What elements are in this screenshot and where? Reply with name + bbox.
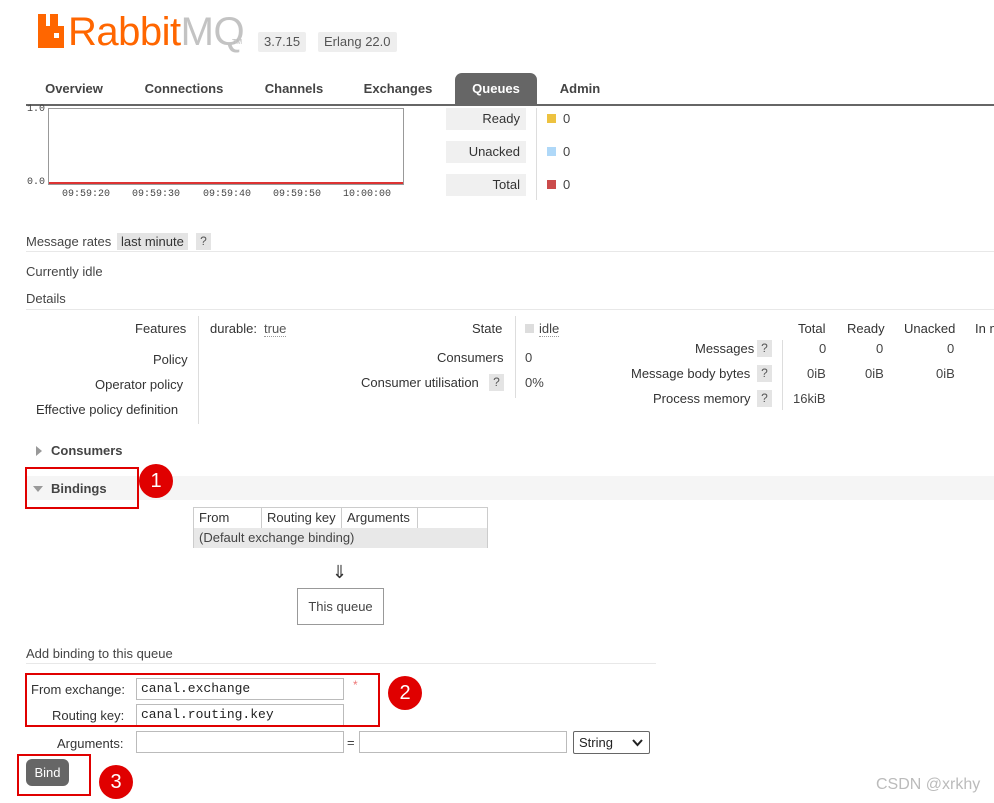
argument-type-value: String (579, 735, 613, 750)
column-ready: Ready (847, 321, 885, 336)
this-queue-box: This queue (297, 588, 384, 625)
features-value: true (264, 321, 287, 337)
chart-series-line (49, 182, 403, 184)
legend-unacked-label: Unacked (446, 141, 526, 163)
legend-ready-label: Ready (446, 108, 526, 130)
chart-x-tick: 09:59:30 (132, 189, 181, 200)
chart-y-max: 1.0 (27, 104, 46, 115)
logo-trademark: TM (232, 39, 243, 46)
legend-total-swatch (547, 180, 556, 189)
chart-x-tick: 09:59:40 (203, 189, 252, 200)
consumer-utilisation-help-icon[interactable]: ? (489, 374, 504, 391)
version-badge: 3.7.15 (258, 32, 307, 52)
policy-label: Policy (153, 352, 188, 367)
consumers-label: Consumers (437, 350, 504, 365)
legend-total-label: Total (446, 174, 526, 196)
arguments-label: Arguments: (57, 736, 124, 751)
tab-exchanges[interactable]: Exchanges (352, 73, 444, 105)
column-unacked: Unacked (904, 321, 956, 336)
chart-x-tick: 10:00:00 (343, 189, 392, 200)
tab-channels[interactable]: Channels (252, 73, 336, 105)
erlang-badge: Erlang 22.0 (318, 32, 397, 52)
chart-x-tick: 09:59:50 (273, 189, 322, 200)
body-bytes-total: 0iB (807, 366, 826, 381)
messages-total: 0 (819, 341, 827, 356)
body-bytes-ready: 0iB (865, 366, 884, 381)
state-label: State (472, 321, 503, 336)
features-label: Features (135, 321, 187, 336)
details-column-divider (198, 316, 199, 424)
annotation-number-1: 1 (139, 464, 173, 498)
state-value: idle (539, 321, 560, 337)
divider (26, 663, 656, 664)
legend-unacked-value: 0 (563, 144, 571, 159)
details-heading: Details (26, 291, 66, 306)
bindings-header-from: From (194, 508, 262, 528)
chart-y-min: 0.0 (27, 177, 46, 188)
messages-ready: 0 (876, 341, 884, 356)
message-rates-help-icon[interactable]: ? (196, 233, 211, 250)
argument-type-select[interactable]: String (573, 731, 650, 754)
details-column-divider (782, 340, 783, 410)
annotation-box-3 (17, 754, 91, 796)
chart-x-tick: 09:59:20 (62, 189, 111, 200)
body-bytes-unacked: 0iB (936, 366, 955, 381)
argument-key-input[interactable] (136, 731, 344, 753)
chevron-down-icon (632, 739, 643, 747)
consumer-utilisation-value: 0% (525, 375, 544, 390)
tab-admin[interactable]: Admin (548, 73, 612, 105)
divider (26, 251, 994, 252)
divider (26, 309, 994, 310)
table-row: (Default exchange binding) (194, 528, 487, 548)
messages-label: Messages (695, 341, 755, 356)
annotation-box-2 (25, 673, 380, 727)
operator-policy-label: Operator policy (95, 377, 184, 392)
body-bytes-help-icon[interactable]: ? (757, 365, 772, 382)
rabbitmq-logo-icon (38, 14, 64, 48)
messages-unacked: 0 (947, 341, 955, 356)
annotation-number-2: 2 (388, 676, 422, 710)
legend-ready-swatch (547, 114, 556, 123)
message-rates-period[interactable]: last minute (117, 233, 188, 250)
tab-overview[interactable]: Overview (30, 73, 118, 105)
legend-unacked-swatch (547, 147, 556, 156)
features-key: durable: (210, 321, 257, 336)
bindings-header-arguments: Arguments (342, 508, 418, 528)
process-memory-value: 16kiB (793, 391, 826, 406)
add-binding-heading: Add binding to this queue (26, 646, 173, 661)
consumers-value: 0 (525, 350, 533, 365)
details-column-divider (515, 316, 516, 398)
tab-queues[interactable]: Queues (455, 73, 537, 105)
equals-sign: = (347, 735, 355, 750)
legend-separator (536, 108, 537, 200)
collapsed-arrow-icon (36, 446, 42, 456)
consumer-utilisation-label: Consumer utilisation (361, 375, 479, 390)
messages-help-icon[interactable]: ? (757, 340, 772, 357)
down-arrow-icon: ⇓ (332, 562, 348, 582)
consumers-section-toggle[interactable]: Consumers (51, 443, 123, 458)
column-total: Total (798, 321, 826, 336)
watermark: CSDN @xrkhy (876, 776, 981, 793)
process-memory-help-icon[interactable]: ? (757, 390, 772, 407)
queued-messages-chart (48, 108, 404, 185)
annotation-box-1 (25, 467, 139, 509)
annotation-number-3: 3 (99, 765, 133, 799)
bindings-table: From Routing key Arguments (Default exch… (193, 507, 488, 548)
state-indicator (525, 324, 534, 333)
tab-connections[interactable]: Connections (132, 73, 236, 105)
legend-ready-value: 0 (563, 111, 571, 126)
legend-total-value: 0 (563, 177, 571, 192)
process-memory-label: Process memory (653, 391, 751, 406)
queue-status-text: Currently idle (26, 264, 103, 279)
tab-underline (26, 104, 994, 106)
message-body-bytes-label: Message body bytes (631, 366, 751, 381)
message-rates-label: Message rates (26, 234, 112, 249)
bindings-header-routing-key: Routing key (262, 508, 342, 528)
effective-policy-label: Effective policy definition (36, 402, 179, 417)
argument-value-input[interactable] (359, 731, 567, 753)
rabbitmq-logo-text: RabbitMQ (68, 10, 245, 54)
column-in-memory: In m (975, 321, 994, 336)
